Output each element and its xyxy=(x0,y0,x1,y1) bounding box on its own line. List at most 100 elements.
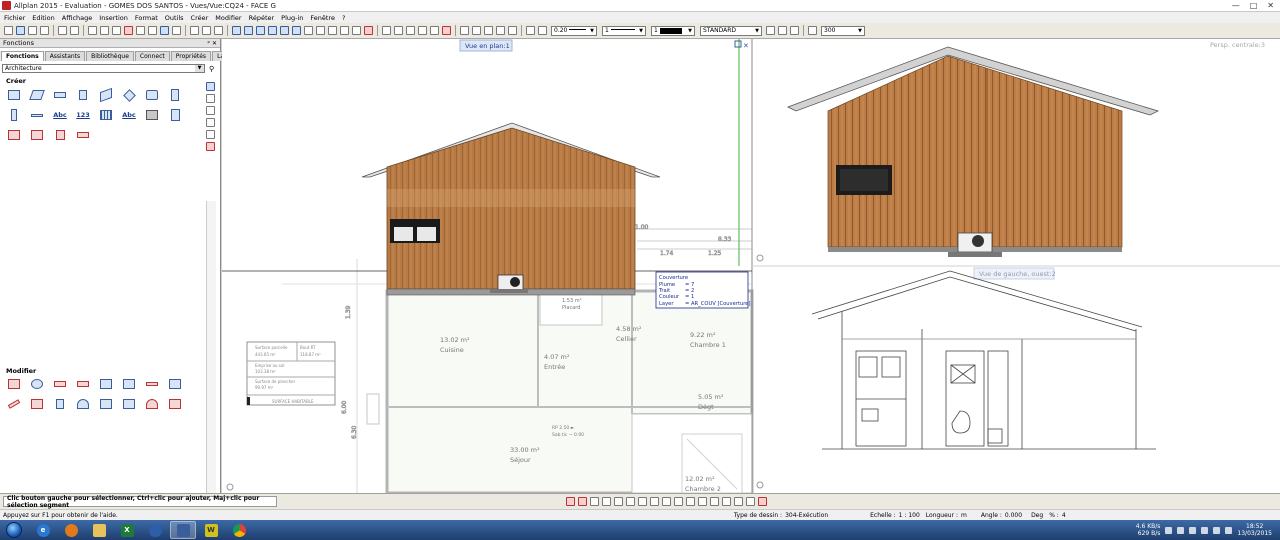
select-cancel-icon[interactable] xyxy=(758,497,767,506)
select-pen-icon[interactable] xyxy=(566,497,575,506)
close-button[interactable]: ✕ xyxy=(1267,1,1274,10)
text-tool-icon[interactable]: Abc xyxy=(53,108,67,122)
measure-icon[interactable] xyxy=(340,26,349,35)
print-icon[interactable] xyxy=(40,26,49,35)
taskbar-app-chrome[interactable] xyxy=(226,521,252,539)
hidden-line-icon[interactable] xyxy=(316,26,325,35)
select-group-icon[interactable] xyxy=(650,497,659,506)
menu-affichage[interactable]: Affichage xyxy=(62,14,93,22)
window-opening-icon[interactable] xyxy=(484,26,493,35)
paste-icon[interactable] xyxy=(112,26,121,35)
navigation-icon[interactable] xyxy=(756,481,764,489)
palette-side-tool-6[interactable] xyxy=(206,142,215,151)
select-color-icon[interactable] xyxy=(590,497,599,506)
length-field[interactable]: Longueur : m xyxy=(926,512,967,519)
fill-icon[interactable] xyxy=(442,26,451,35)
select-cross-icon[interactable] xyxy=(674,497,683,506)
taskbar-app-winamp[interactable]: W xyxy=(198,521,224,539)
niche-tool-icon[interactable] xyxy=(53,128,67,142)
angle-field[interactable]: Angle : 0.000 Deg xyxy=(981,512,1043,519)
viewport-canvas[interactable]: 1.74 8.33 1.25 1.00 1.39 6.00 6.30 13.02… xyxy=(222,39,1280,493)
layer-select[interactable]: STANDARD ▼ xyxy=(700,25,762,36)
hatching-tool-icon[interactable] xyxy=(99,108,113,122)
menu-outils[interactable]: Outils xyxy=(165,14,184,22)
modify-number-icon[interactable] xyxy=(76,377,90,391)
start-button[interactable] xyxy=(0,520,28,540)
select-line-icon[interactable] xyxy=(578,497,587,506)
modify-opening-icon[interactable] xyxy=(99,377,113,391)
tab-connect[interactable]: Connect xyxy=(134,51,170,61)
modify-dimension-icon[interactable] xyxy=(145,377,159,391)
view-iso-icon[interactable] xyxy=(280,26,289,35)
menu-creer[interactable]: Créer xyxy=(191,14,209,22)
modify-edit-icon[interactable] xyxy=(7,397,21,411)
delete-icon[interactable] xyxy=(124,26,133,35)
taskbar-app-outlook[interactable] xyxy=(142,521,168,539)
perspective-view[interactable] xyxy=(787,46,1160,257)
navigation-icon[interactable] xyxy=(226,483,234,491)
list-tool-icon[interactable] xyxy=(168,108,182,122)
tray-power-icon[interactable] xyxy=(1213,526,1221,534)
menu-fichier[interactable]: Fichier xyxy=(4,14,25,22)
project-icon[interactable] xyxy=(160,26,169,35)
menu-plugin[interactable]: Plug-in xyxy=(281,14,303,22)
viewport-label-persp[interactable]: Persp. centrale:3 xyxy=(1210,40,1280,49)
view-back-icon[interactable] xyxy=(244,26,253,35)
palette-controls[interactable]: ᵖ ✕ xyxy=(207,40,217,47)
layer-lock-icon[interactable] xyxy=(790,26,799,35)
taskbar-app-firefox[interactable] xyxy=(58,521,84,539)
pen-format-icon[interactable] xyxy=(526,26,535,35)
dimension-line-tool-icon[interactable] xyxy=(30,108,44,122)
redraw-icon[interactable] xyxy=(214,26,223,35)
tab-fonctions[interactable]: Fonctions xyxy=(1,51,44,61)
menu-fenetre[interactable]: Fenêtre xyxy=(310,14,335,22)
elevation-face-g[interactable] xyxy=(361,122,661,296)
layer-icon[interactable] xyxy=(148,26,157,35)
surface-legend-table[interactable]: Surface parcelle Bout RT 443.65 m² 118.8… xyxy=(246,341,336,406)
view-plan-icon[interactable] xyxy=(292,26,301,35)
smart-symbol-icon[interactable] xyxy=(30,128,44,142)
maximize-button[interactable]: □ xyxy=(1250,1,1258,10)
slab-icon[interactable] xyxy=(508,26,517,35)
palette-side-tool-4[interactable] xyxy=(206,118,215,127)
modify-arch-icon[interactable] xyxy=(76,397,90,411)
palette-side-tool-1[interactable] xyxy=(206,82,215,91)
opening-tool-icon[interactable] xyxy=(7,108,21,122)
room-tool-icon[interactable] xyxy=(145,108,159,122)
modify-axis-icon[interactable] xyxy=(99,397,113,411)
reference-scale-icon[interactable] xyxy=(808,26,817,35)
menu-insertion[interactable]: Insertion xyxy=(99,14,128,22)
taskbar-app-allplan[interactable] xyxy=(170,521,196,539)
palette-side-tool-5[interactable] xyxy=(206,130,215,139)
grid-icon[interactable] xyxy=(352,26,361,35)
modify-profile-icon[interactable] xyxy=(53,397,67,411)
viewport-label-left[interactable]: Vue de gauche, ouest:2 xyxy=(973,267,1056,280)
menu-repeter[interactable]: Répéter xyxy=(249,14,275,22)
select-copy-icon[interactable] xyxy=(698,497,707,506)
taskbar-app-explorer[interactable] xyxy=(86,521,112,539)
modify-slab-icon[interactable] xyxy=(30,397,44,411)
select-pattern-icon[interactable] xyxy=(626,497,635,506)
new-file-icon[interactable] xyxy=(4,26,13,35)
staircase-tool-icon[interactable] xyxy=(99,87,113,103)
select-format-icon[interactable] xyxy=(638,497,647,506)
text-tool-icon[interactable] xyxy=(394,26,403,35)
tray-app-icon[interactable] xyxy=(1165,526,1173,534)
scale-field[interactable]: Echelle : 1 : 100 xyxy=(870,512,920,519)
room-icon[interactable] xyxy=(496,26,505,35)
number-tool-icon[interactable]: 123 xyxy=(76,108,90,122)
tray-update-icon[interactable] xyxy=(1225,526,1233,534)
door-tool-icon[interactable] xyxy=(168,88,182,102)
clock[interactable]: 18:52 13/03/2015 xyxy=(1237,523,1272,537)
navigation-icon[interactable] xyxy=(756,254,764,262)
wall-icon[interactable] xyxy=(460,26,469,35)
door-icon[interactable] xyxy=(472,26,481,35)
modify-door-icon[interactable] xyxy=(122,397,136,411)
pattern-icon[interactable] xyxy=(430,26,439,35)
select-inverse-icon[interactable] xyxy=(722,497,731,506)
window-tool-icon[interactable] xyxy=(7,128,21,142)
drawing-type-field[interactable]: Type de dessin : 304-Exécution xyxy=(734,512,828,519)
slab-tool-icon[interactable] xyxy=(53,88,67,102)
copy-icon[interactable] xyxy=(100,26,109,35)
column-tool-icon[interactable] xyxy=(76,88,90,102)
